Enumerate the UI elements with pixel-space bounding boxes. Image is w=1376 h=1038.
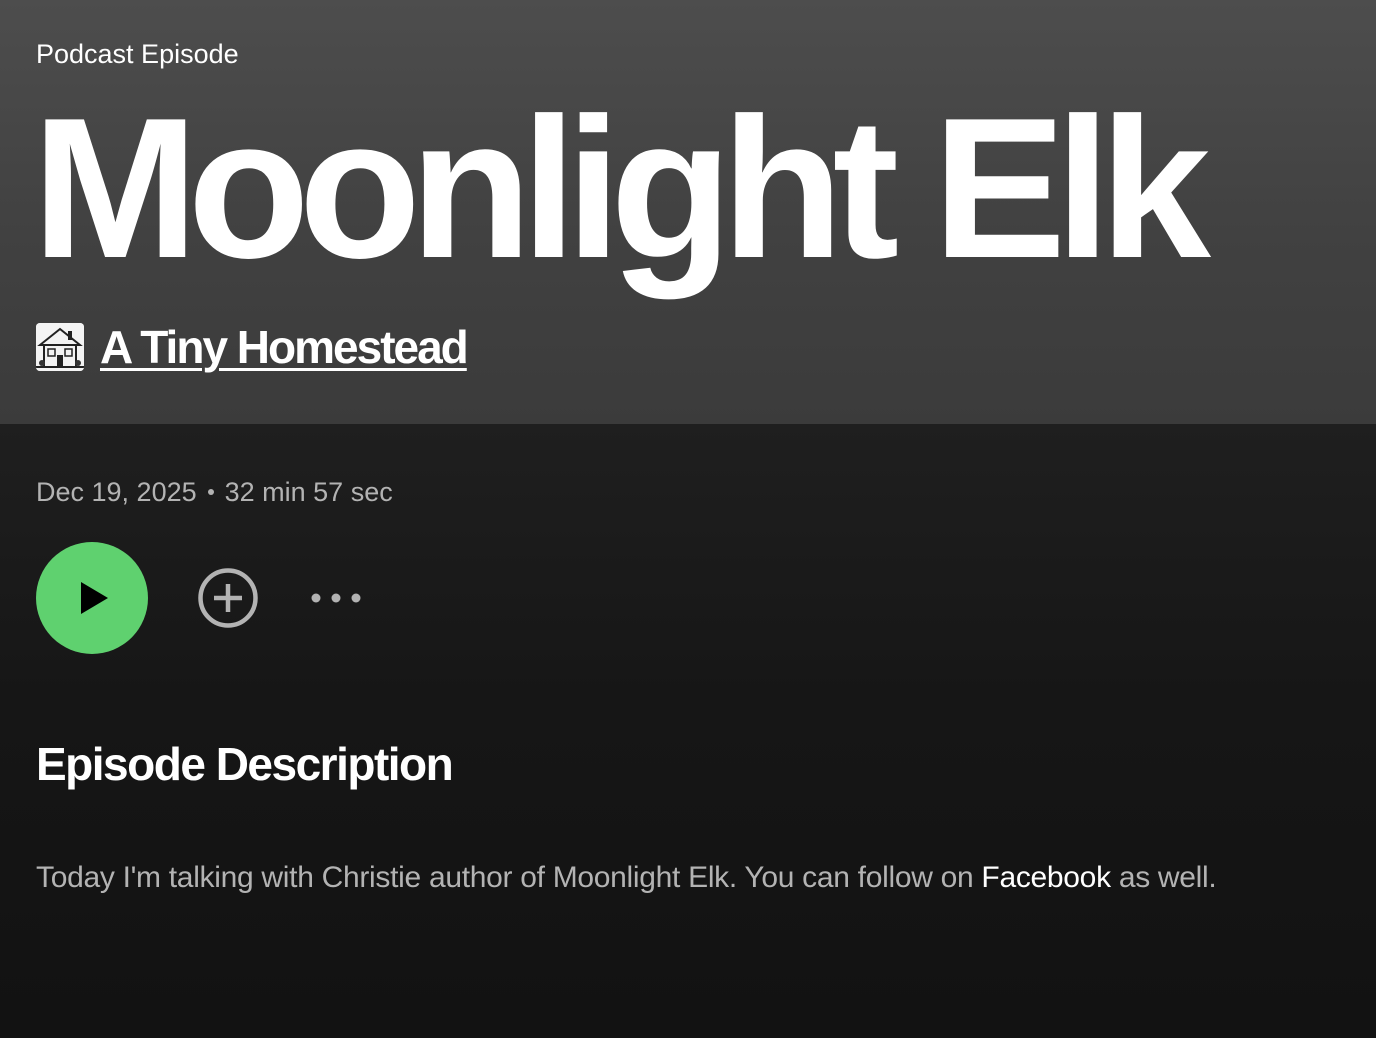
episode-header: Podcast Episode Moonlight Elk A Tiny Hom… [0, 0, 1376, 424]
show-link-row[interactable]: A Tiny Homestead [36, 322, 469, 372]
action-bar [36, 542, 366, 654]
play-icon [81, 582, 108, 614]
episode-description: Today I'm talking with Christie author o… [36, 858, 1217, 898]
episode-meta: Dec 19, 2025 32 min 57 sec [36, 475, 393, 509]
description-text-end: as well. [1110, 861, 1217, 894]
episode-body: Dec 19, 2025 32 min 57 sec Episode Descr… [0, 424, 1376, 1038]
add-to-library-button[interactable] [197, 567, 259, 629]
content-type-label: Podcast Episode [36, 39, 239, 69]
facebook-link[interactable]: Facebook [981, 861, 1111, 894]
description-text-start: Today I'm talking with Christie author o… [36, 861, 982, 894]
play-button[interactable] [36, 542, 148, 654]
description-heading: Episode Description [36, 738, 454, 790]
episode-page: Podcast Episode Moonlight Elk A Tiny Hom… [0, 0, 1376, 1038]
plus-circle-icon [198, 568, 258, 628]
show-name-link[interactable]: A Tiny Homestead [100, 322, 469, 372]
separator-dot-icon [207, 489, 214, 495]
more-options-button[interactable] [306, 578, 366, 618]
show-cover-image[interactable] [36, 323, 84, 371]
episode-title: Moonlight Elk [32, 77, 1211, 300]
house-illustration-icon [36, 323, 84, 371]
release-date: Dec 19, 2025 [36, 477, 197, 507]
episode-duration: 32 min 57 sec [224, 477, 393, 507]
more-horizontal-icon [311, 593, 361, 603]
